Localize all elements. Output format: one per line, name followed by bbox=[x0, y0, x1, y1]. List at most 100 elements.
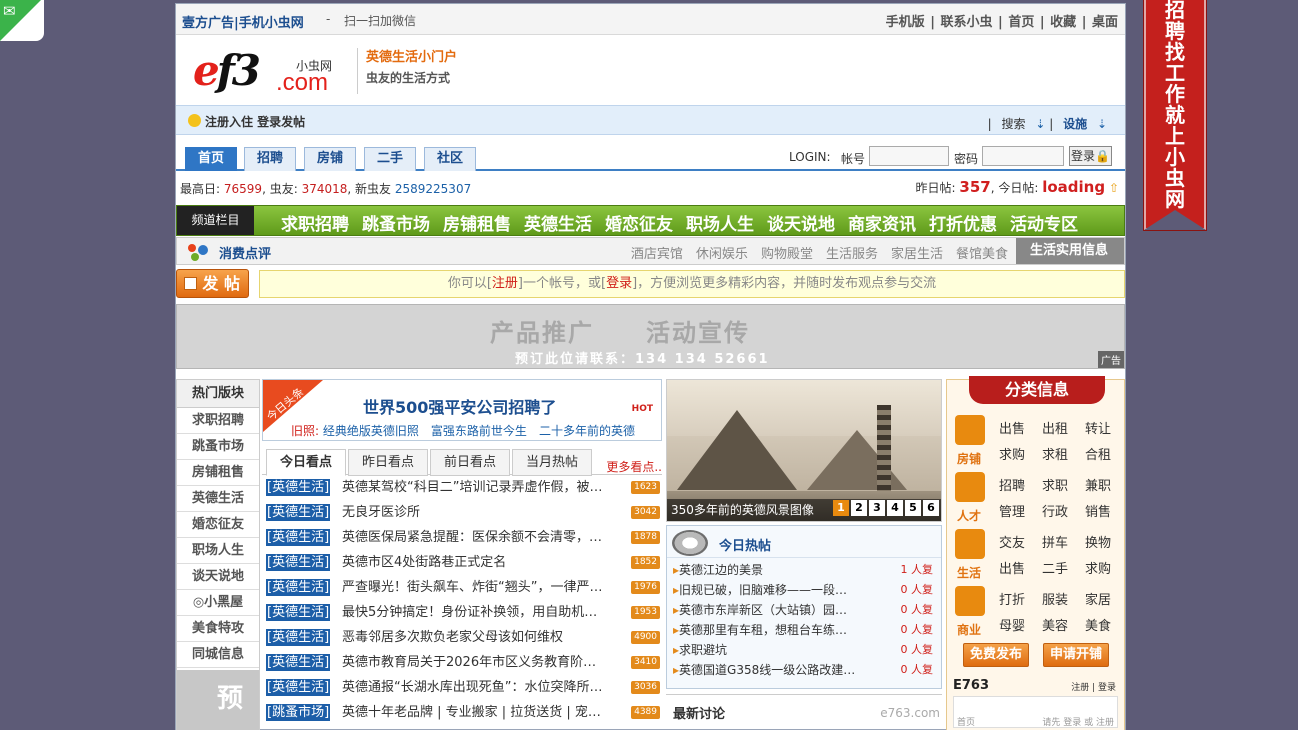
hot-post-title[interactable]: 英德那里有车租，想租台车练练手 bbox=[673, 621, 859, 638]
news-title[interactable]: 英德市区4处街路巷正式定名 bbox=[342, 554, 624, 571]
hot-post-row[interactable]: 英德江边的美景 1 人复 bbox=[667, 558, 941, 578]
login-button[interactable]: 登录🔒 bbox=[1069, 146, 1112, 166]
classified-link[interactable]: 销售 bbox=[1085, 501, 1111, 520]
news-title[interactable]: 恶毒邻居多次欺负老家父母该如何维权 bbox=[342, 629, 624, 646]
review-home[interactable]: 家居生活 bbox=[891, 247, 943, 262]
news-title[interactable]: 英德医保局紧急提醒：医保余额不会清零，… bbox=[342, 529, 624, 546]
free-post-button[interactable]: 免费发布 bbox=[963, 643, 1029, 667]
classified-link[interactable]: 出售 bbox=[999, 558, 1025, 577]
classified-link[interactable]: 交友 bbox=[999, 532, 1025, 551]
classified-link[interactable]: 求购 bbox=[999, 444, 1025, 463]
classified-link[interactable]: 服装 bbox=[1042, 589, 1068, 608]
classified-link[interactable]: 兼职 bbox=[1085, 475, 1111, 494]
news-category[interactable]: [英德生活] bbox=[266, 679, 331, 696]
section-item[interactable]: 婚恋征友 bbox=[177, 512, 259, 538]
news-title[interactable]: 英德通报“长湖水库出现死鱼”：水位突降所… bbox=[342, 679, 624, 696]
headline-link[interactable]: 二十多年前的英德 bbox=[539, 424, 635, 438]
mobile-link[interactable]: 手机版 bbox=[886, 15, 925, 30]
slider-page[interactable]: 5 bbox=[905, 500, 921, 516]
tab-shops[interactable]: 房铺 bbox=[304, 147, 356, 171]
headline-title[interactable]: 世界500强平安公司招聘了 bbox=[363, 394, 556, 418]
section-item[interactable]: 同城信息 bbox=[177, 642, 259, 668]
slider-page[interactable]: 4 bbox=[887, 500, 903, 516]
review-leisure[interactable]: 休闲娱乐 bbox=[696, 247, 748, 262]
news-title[interactable]: 英德某驾校“科目二”培训记录弄虚作假，被… bbox=[342, 479, 624, 496]
channel-chat[interactable]: 谈天说地 bbox=[767, 215, 835, 235]
channel-shops[interactable]: 房铺租售 bbox=[443, 215, 511, 235]
classified-link[interactable]: 打折 bbox=[999, 589, 1025, 608]
tab-today[interactable]: 今日看点 bbox=[266, 449, 346, 476]
channel-flea[interactable]: 跳蚤市场 bbox=[362, 215, 430, 235]
section-item[interactable]: 英德生活 bbox=[177, 486, 259, 512]
news-category[interactable]: [英德生活] bbox=[266, 579, 331, 596]
site-logo[interactable]: ef3 bbox=[193, 50, 261, 92]
classified-link[interactable]: 家居 bbox=[1085, 589, 1111, 608]
tab-jobs[interactable]: 招聘 bbox=[244, 147, 296, 171]
hot-post-row[interactable]: 英德市东岸新区（大站镇）园山… 0 人复 bbox=[667, 598, 941, 618]
review-service[interactable]: 生活服务 bbox=[826, 247, 878, 262]
side-ad[interactable]: 预 bbox=[177, 670, 259, 730]
classified-link[interactable]: 母婴 bbox=[999, 615, 1025, 634]
classified-group-label[interactable]: 人才 bbox=[957, 507, 981, 524]
classified-link[interactable]: 求租 bbox=[1042, 444, 1068, 463]
channel-jobs[interactable]: 求职招聘 bbox=[281, 215, 349, 235]
review-title[interactable]: 消费点评 bbox=[219, 243, 271, 262]
classified-link[interactable]: 合租 bbox=[1085, 444, 1111, 463]
news-category[interactable]: [英德生活] bbox=[266, 604, 331, 621]
password-input[interactable] bbox=[982, 146, 1064, 166]
channel-biz[interactable]: 商家资讯 bbox=[848, 215, 916, 235]
hot-post-title[interactable]: 英德江边的美景 bbox=[673, 561, 859, 578]
news-title[interactable]: 最快5分钟搞定！身份证补换领，用自助机… bbox=[342, 604, 624, 621]
channel-career[interactable]: 职场人生 bbox=[686, 215, 754, 235]
favorite-link[interactable]: 收藏 bbox=[1050, 15, 1076, 30]
notice-register-link[interactable]: 注册 bbox=[492, 276, 518, 291]
desktop-link[interactable]: 桌面 bbox=[1092, 15, 1118, 30]
section-item[interactable]: 职场人生 bbox=[177, 538, 259, 564]
hot-post-row[interactable]: 英德国道G358线一级公路改建… 0 人复 bbox=[667, 658, 941, 678]
tab-secondhand[interactable]: 二手 bbox=[364, 147, 416, 171]
tab-community[interactable]: 社区 bbox=[424, 147, 476, 171]
contact-link[interactable]: 联系小虫 bbox=[941, 15, 993, 30]
hot-post-title[interactable]: 英德市东岸新区（大站镇）园山… bbox=[673, 601, 859, 618]
news-category[interactable]: [英德生活] bbox=[266, 504, 331, 521]
review-food[interactable]: 餐馆美食 bbox=[956, 247, 1008, 262]
news-category[interactable]: [英德生活] bbox=[266, 479, 331, 496]
section-item[interactable]: 跳蚤市场 bbox=[177, 434, 259, 460]
news-category[interactable]: [英德生活] bbox=[266, 554, 331, 571]
classified-link[interactable]: 美食 bbox=[1085, 615, 1111, 634]
classified-link[interactable]: 转让 bbox=[1085, 418, 1111, 437]
slider-page[interactable]: 3 bbox=[869, 500, 885, 516]
classified-group-label[interactable]: 房铺 bbox=[957, 450, 981, 467]
classified-link[interactable]: 换物 bbox=[1085, 532, 1111, 551]
home-link[interactable]: 首页 bbox=[1008, 15, 1034, 30]
news-row[interactable]: [英德生活] 严查曝光！街头飙车、炸街“翘头”，一律严… 1976 bbox=[262, 575, 662, 600]
slider-page[interactable]: 6 bbox=[923, 500, 939, 516]
classified-link[interactable]: 出租 bbox=[1042, 418, 1068, 437]
news-row[interactable]: [英德生活] 英德医保局紧急提醒：医保余额不会清零，… 1878 bbox=[262, 525, 662, 550]
classified-link[interactable]: 出售 bbox=[999, 418, 1025, 437]
channel-dating[interactable]: 婚恋征友 bbox=[605, 215, 673, 235]
photo-slider[interactable]: 350多年前的英德风景图像 123456 bbox=[666, 379, 942, 522]
tab-home[interactable]: 首页 bbox=[185, 147, 237, 171]
news-row[interactable]: [英德生活] 英德通报“长湖水库出现死鱼”：水位突降所… 3036 bbox=[262, 675, 662, 700]
news-title[interactable]: 英德十年老品牌 | 专业搬家 | 拉货送货 | 宠… bbox=[342, 704, 624, 721]
tab-yesterday[interactable]: 昨日看点 bbox=[348, 449, 428, 476]
tab-month-hot[interactable]: 当月热帖 bbox=[512, 449, 592, 476]
classified-link[interactable]: 求职 bbox=[1042, 475, 1068, 494]
news-category[interactable]: [英德生活] bbox=[266, 654, 331, 671]
hot-post-title[interactable]: 求职避坑 bbox=[673, 641, 859, 658]
news-row[interactable]: [英德生活] 英德市教育局关于2026年市区义务教育阶… 3410 bbox=[262, 650, 662, 675]
news-title[interactable]: 严查曝光！街头飙车、炸街“翘头”，一律严… bbox=[342, 579, 624, 596]
hot-post-row[interactable]: 求职避坑 0 人复 bbox=[667, 638, 941, 658]
account-input[interactable] bbox=[869, 146, 949, 166]
section-item[interactable]: 美食特攻 bbox=[177, 616, 259, 642]
slider-page[interactable]: 2 bbox=[851, 500, 867, 516]
classified-group-label[interactable]: 商业 bbox=[957, 621, 981, 638]
news-row[interactable]: [英德生活] 恶毒邻居多次欺负老家父母该如何维权 4900 bbox=[262, 625, 662, 650]
review-shopping[interactable]: 购物殿堂 bbox=[761, 247, 813, 262]
tab-day-before[interactable]: 前日看点 bbox=[430, 449, 510, 476]
hot-post-row[interactable]: 英德那里有车租，想租台车练练手 0 人复 bbox=[667, 618, 941, 638]
news-row[interactable]: [英德生活] 英德市区4处街路巷正式定名 1852 bbox=[262, 550, 662, 575]
headline-link[interactable]: 经典绝版英德旧照 bbox=[323, 424, 419, 438]
channel-life[interactable]: 英德生活 bbox=[524, 215, 592, 235]
